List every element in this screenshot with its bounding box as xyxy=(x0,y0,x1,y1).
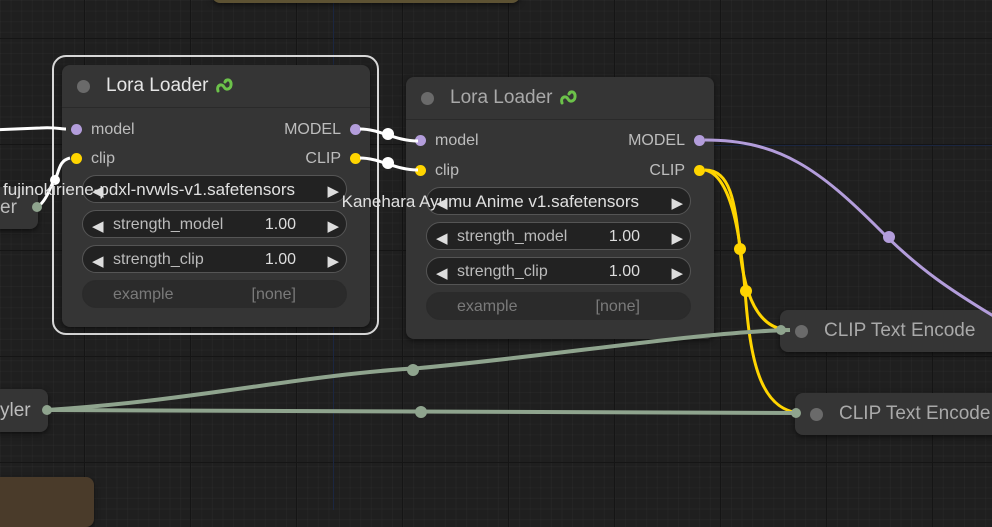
link-midpoint-dot xyxy=(382,157,394,169)
input-slot-dot xyxy=(42,405,52,415)
lora-name-value-2: Kanehara Ayumu Anime v1.safetensors xyxy=(341,192,639,211)
link-midpoint-dot xyxy=(740,285,752,297)
lora-name-value-1: fujinokiriene-pdxl-nvwls-v1.safetensors xyxy=(3,180,295,199)
input-slot-dot xyxy=(791,408,801,418)
link-midpoint-dot xyxy=(415,406,427,418)
link-midpoint-dot xyxy=(734,243,746,255)
clip-output-link-2 xyxy=(704,168,801,415)
link-layer xyxy=(0,126,992,418)
model-link-1 xyxy=(0,126,67,132)
link-midpoint-dot xyxy=(382,128,394,140)
input-slot-dot xyxy=(776,325,786,335)
link-midpoint-dot xyxy=(883,231,895,243)
link-midpoint-dot xyxy=(407,364,419,376)
output-slot-dot xyxy=(32,202,42,212)
